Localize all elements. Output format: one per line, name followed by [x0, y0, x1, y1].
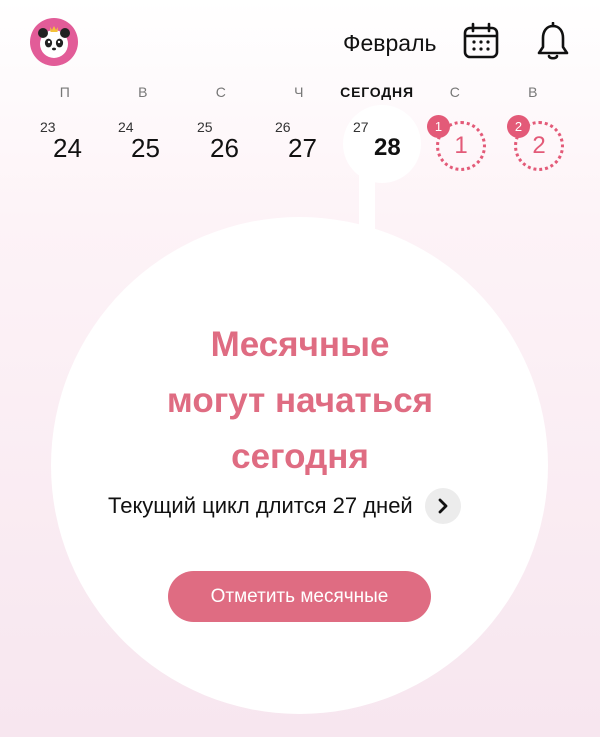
day-number: 25	[131, 133, 160, 163]
today-connector	[359, 170, 375, 230]
chevron-right-icon[interactable]	[424, 488, 461, 524]
headline-line: могут начаться	[166, 381, 434, 420]
weekday-label: П	[59, 84, 71, 100]
headline-line: сегодня	[231, 437, 369, 476]
day-cell[interactable]: 25 26	[197, 112, 267, 172]
status-headline: Месячные могут начаться сегодня	[0, 317, 600, 485]
month-label[interactable]: Февраль	[343, 30, 436, 57]
headline-line: Месячные	[210, 325, 390, 364]
panda-avatar-icon[interactable]	[30, 18, 78, 66]
cycle-info-row[interactable]: Текущий цикл длится 27 дней	[108, 488, 461, 524]
log-period-button[interactable]: Отметить месячные	[168, 571, 431, 622]
day-cell[interactable]: 26 27	[275, 112, 345, 172]
predicted-day-badge: 2	[507, 115, 530, 138]
day-cell-today[interactable]: 27 28	[353, 112, 423, 172]
day-number: 27	[288, 133, 317, 163]
weekday-label: В	[528, 84, 538, 100]
bell-icon[interactable]	[535, 21, 571, 67]
day-cell[interactable]: 23 24	[40, 112, 110, 172]
day-number-today: 28	[374, 134, 401, 161]
weekday-label: С	[215, 84, 227, 100]
day-cell[interactable]: 24 25	[118, 112, 188, 172]
weekday-label: С	[449, 84, 461, 100]
calendar-icon[interactable]	[462, 22, 500, 65]
day-number: 26	[210, 133, 239, 163]
weekday-label: Ч	[294, 84, 304, 100]
day-number: 24	[53, 133, 82, 163]
predicted-day-badge: 1	[427, 115, 450, 138]
cycle-length-text: Текущий цикл длится 27 дней	[108, 493, 413, 518]
day-previous-number: 27	[353, 119, 369, 135]
weekday-label: В	[138, 84, 148, 100]
weekday-label-today: СЕГОДНЯ	[340, 84, 414, 100]
